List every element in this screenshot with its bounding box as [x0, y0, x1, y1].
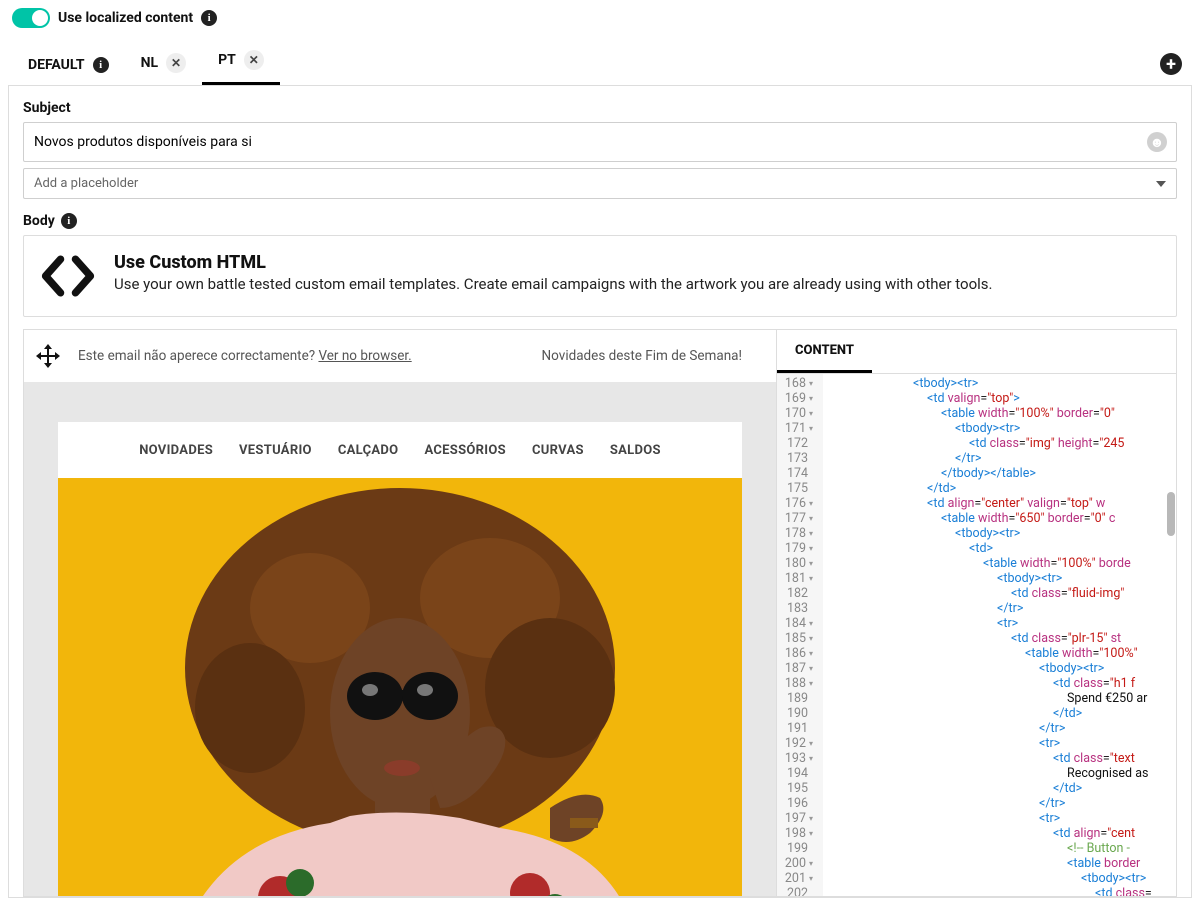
nav-item[interactable]: VESTUÁRIO [239, 443, 312, 458]
nav-item[interactable]: ACESSÓRIOS [424, 443, 506, 458]
custom-html-desc: Use your own battle tested custom email … [114, 275, 993, 293]
tab-pt-label: PT [218, 52, 236, 68]
move-icon[interactable] [34, 342, 62, 370]
tab-pt[interactable]: PT ✕ [202, 38, 280, 85]
code-icon [40, 252, 96, 300]
tab-nl[interactable]: NL ✕ [125, 41, 202, 85]
custom-html-option[interactable]: Use Custom HTML Use your own battle test… [23, 235, 1177, 317]
preview-notice-text: Este email não aperece correctamente? [78, 348, 318, 364]
close-icon[interactable]: ✕ [244, 50, 264, 70]
subject-label: Subject [23, 100, 1177, 116]
preview-headline: Novidades deste Fim de Semana! [542, 348, 742, 364]
scrollbar-thumb[interactable] [1167, 492, 1175, 536]
info-icon[interactable]: i [93, 57, 109, 73]
body-label: Body i [23, 213, 1177, 229]
tab-default[interactable]: DEFAULT i [12, 45, 125, 85]
nav-item[interactable]: NOVIDADES [139, 443, 213, 458]
info-icon[interactable]: i [61, 213, 77, 229]
info-icon[interactable]: i [201, 10, 217, 26]
tab-nl-label: NL [141, 55, 158, 71]
preview-notice: Este email não aperece correctamente? Ve… [78, 348, 412, 364]
code-editor[interactable]: 168▾169▾170▾171▾172 173 174 175 176▾177▾… [777, 374, 1176, 896]
body-label-text: Body [23, 213, 55, 229]
view-in-browser-link[interactable]: Ver no browser. [318, 348, 411, 364]
code-tab-label: CONTENT [795, 343, 854, 358]
subject-label-text: Subject [23, 100, 71, 116]
add-tab-button[interactable]: + [1160, 53, 1182, 75]
nav-item[interactable]: CALÇADO [338, 443, 399, 458]
chevron-down-icon [1156, 181, 1166, 187]
code-tab-content[interactable]: CONTENT [777, 330, 872, 373]
tab-default-label: DEFAULT [28, 57, 85, 73]
custom-html-title: Use Custom HTML [114, 252, 993, 273]
nav-item[interactable]: SALDOS [610, 443, 661, 458]
close-icon[interactable]: ✕ [166, 53, 186, 73]
localized-content-label: Use localized content [58, 10, 193, 26]
preview-nav: NOVIDADES VESTUÁRIO CALÇADO ACESSÓRIOS C… [58, 422, 742, 478]
emoji-picker-icon[interactable]: ☻ [1147, 132, 1167, 152]
nav-item[interactable]: CURVAS [532, 443, 584, 458]
hero-image [58, 478, 742, 896]
subject-input[interactable] [23, 122, 1177, 162]
placeholder-select[interactable]: Add a placeholder [23, 168, 1177, 199]
localized-content-toggle[interactable] [12, 8, 50, 28]
placeholder-select-label: Add a placeholder [34, 176, 138, 191]
email-preview: Este email não aperece correctamente? Ve… [24, 330, 776, 896]
